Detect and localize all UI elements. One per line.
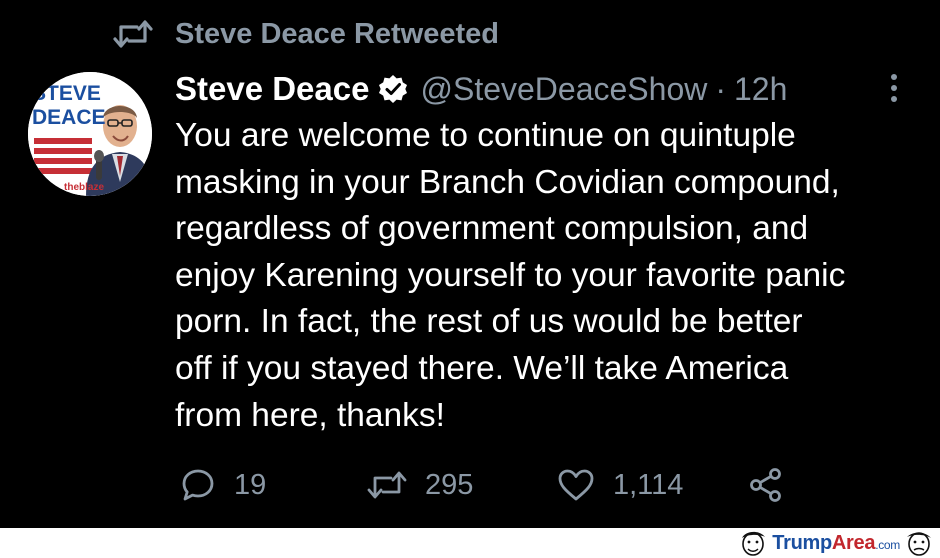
heart-icon [558, 469, 594, 501]
share-icon [750, 468, 781, 502]
like-count: 1,114 [613, 468, 684, 501]
tweet-text-line: enjoy Karening yourself to your favorite… [175, 256, 846, 294]
watermark-accent: Area [831, 531, 876, 554]
like-button[interactable]: 1,114 [557, 463, 683, 507]
tweet-text-line: You are welcome to continue on quintuple [175, 117, 796, 154]
watermark: TrumpArea.com [738, 528, 934, 558]
retweet-banner[interactable]: Steve Deace Retweeted [113, 14, 499, 54]
retweet-banner-text: Steve Deace Retweeted [175, 17, 499, 50]
retweet-button[interactable]: 295 [367, 463, 473, 507]
avatar-text-line1: STEVE [32, 82, 101, 105]
retweet-icon [367, 471, 407, 499]
tweet-text-line: masking in your Branch Covidian compound… [175, 163, 840, 201]
header-separator: · [715, 70, 726, 107]
tweet-text-line: porn. In fact, the rest of us would be b… [175, 303, 803, 341]
tweet-text-line: regardless of government compulsion, and [175, 210, 809, 248]
retweet-count: 295 [425, 468, 474, 501]
more-options-icon[interactable] [884, 72, 904, 106]
share-button[interactable] [748, 463, 784, 507]
avatar-text-line2: DEACE [32, 106, 106, 129]
tweet-timestamp[interactable]: 12h [734, 71, 787, 108]
tweet-text-line: off if you stayed there. We’ll take Amer… [175, 349, 789, 387]
cartoon-face-icon [742, 531, 766, 556]
cartoon-face-icon [907, 532, 931, 556]
tweet-text: You are welcome to continue on quintuple… [175, 113, 920, 439]
reply-button[interactable]: 19 [180, 463, 266, 507]
watermark-suffix: .com [875, 537, 900, 552]
avatar-image: STEVE DEACE theblaze [28, 72, 152, 196]
watermark-bar: TrumpArea.com [0, 528, 940, 558]
author-handle[interactable]: @SteveDeaceShow [420, 71, 707, 108]
tweet[interactable]: Steve Deace Retweeted STEVE DEACE thebla… [0, 0, 940, 528]
watermark-text: TrumpArea.com [772, 532, 900, 555]
tweet-actions: 19 295 1,114 [0, 463, 940, 507]
retweet-icon [113, 20, 153, 48]
reply-count: 19 [234, 468, 267, 501]
tweet-text-line: from here, thanks! [175, 396, 445, 434]
verified-badge-icon [379, 75, 408, 103]
author-name[interactable]: Steve Deace [175, 70, 369, 108]
reply-icon [182, 469, 214, 501]
tweet-header: Steve Deace @SteveDeaceShow · 12h [175, 66, 787, 112]
avatar[interactable]: STEVE DEACE theblaze [28, 72, 152, 196]
watermark-main: Trump [772, 531, 832, 554]
avatar-brand: theblaze [64, 182, 104, 193]
